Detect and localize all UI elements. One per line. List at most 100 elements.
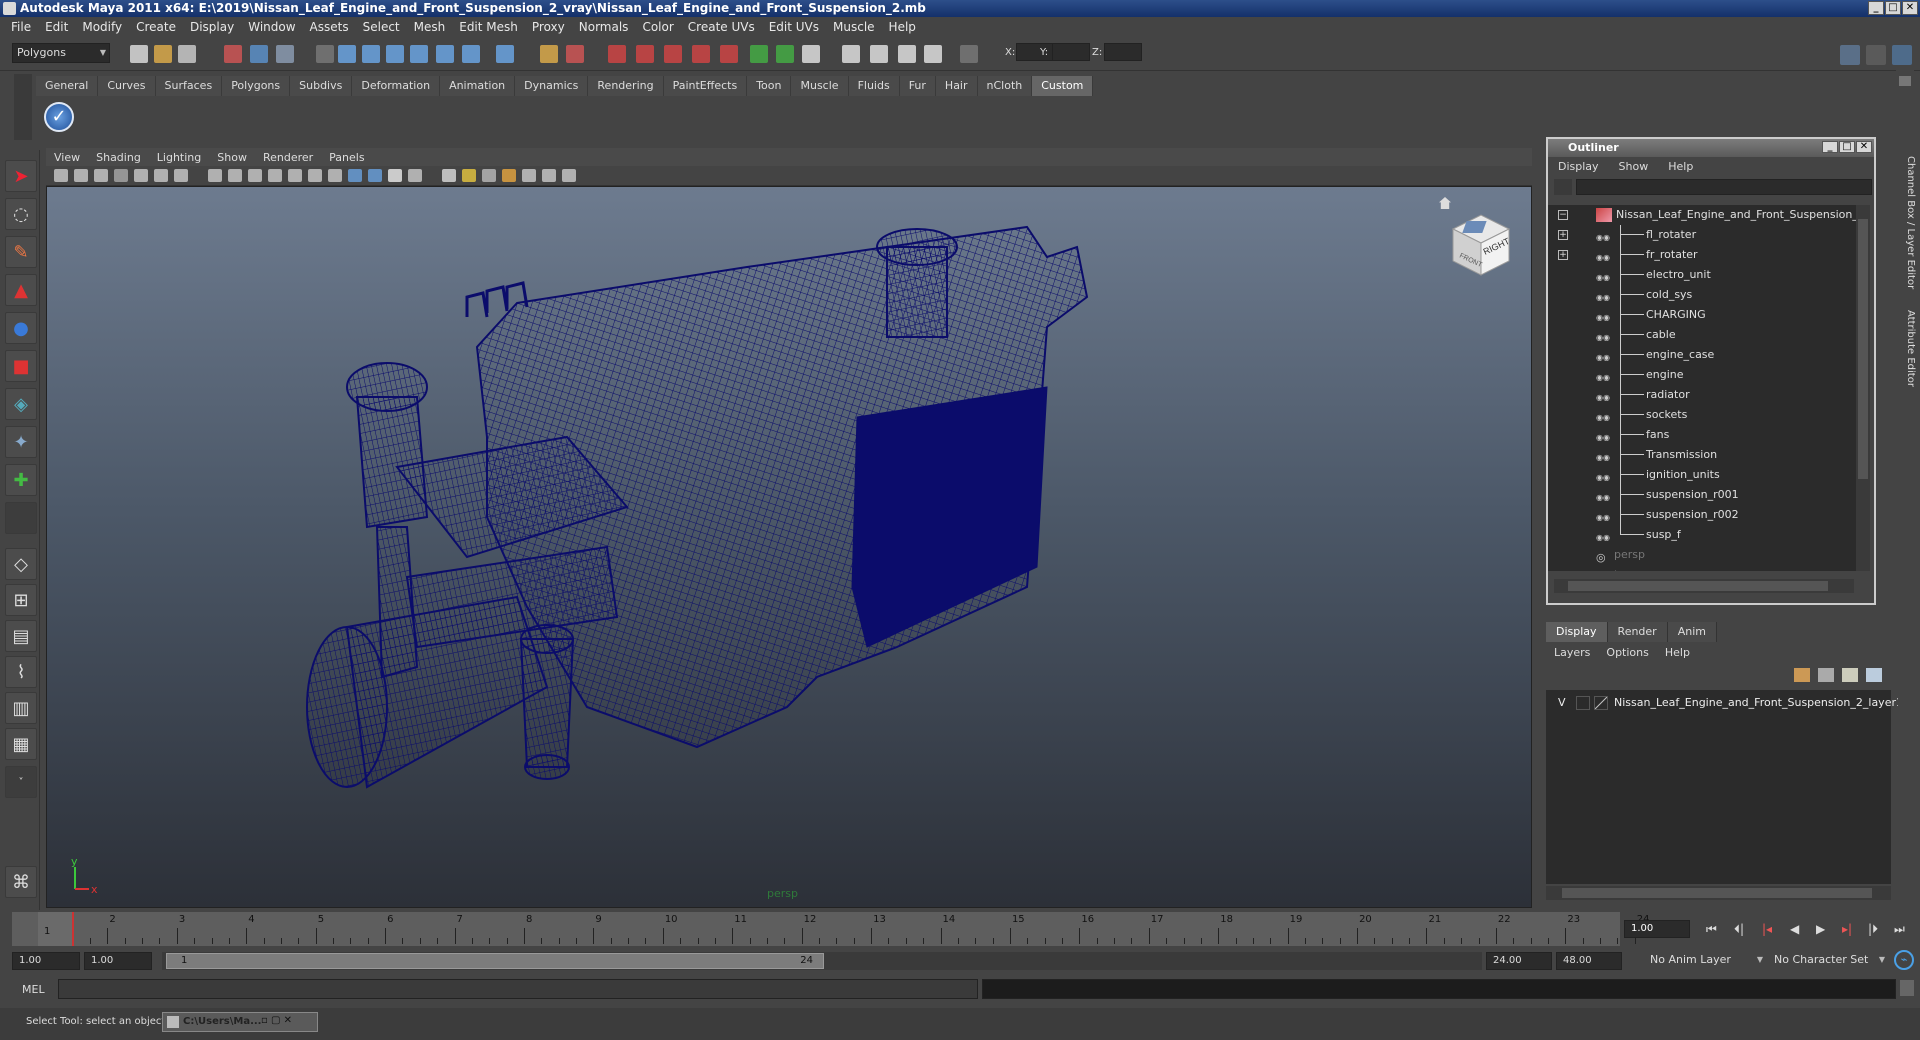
shelf-tab-muscle[interactable]: Muscle [791, 76, 849, 96]
cmd-language-label[interactable]: MEL [22, 983, 45, 996]
snap-to-view-plane-icon[interactable] [410, 45, 428, 63]
range-slider[interactable]: 1 24 [162, 952, 1482, 970]
hypershade-persp-layout-icon[interactable]: ▥ [5, 692, 37, 724]
layer-color-swatch[interactable] [1594, 696, 1608, 710]
play-forwards-icon[interactable]: ▶ [1816, 922, 1825, 936]
outliner-item[interactable]: ◉◉ fans [1548, 425, 1856, 445]
current-frame-value[interactable]: 1.00 [1624, 920, 1690, 938]
hypershade-icon[interactable] [664, 45, 682, 63]
shelf-tab-fluids[interactable]: Fluids [848, 76, 900, 96]
new-scene-icon[interactable] [130, 45, 148, 63]
script-editor-icon[interactable] [1900, 980, 1914, 996]
layer-menu-help[interactable]: Help [1657, 644, 1698, 662]
shadows-icon[interactable] [442, 169, 456, 182]
layer-tab-render[interactable]: Render [1607, 622, 1668, 642]
quick-layout-icon[interactable]: ⌘ [5, 866, 37, 898]
outliner-camera-item[interactable]: ◎top [1548, 565, 1856, 571]
layer-row[interactable]: V Nissan_Leaf_Engine_and_Front_Suspensio… [1550, 694, 1903, 712]
selection-mask-icon[interactable] [316, 45, 334, 63]
outliner-item[interactable]: + ◉◉ fl_rotater [1548, 225, 1856, 245]
maya-app-icon[interactable] [3, 2, 16, 15]
outliner-minimize-button[interactable]: _ [1822, 141, 1838, 153]
hud-icon[interactable] [562, 169, 576, 182]
shelf-tab-custom[interactable]: Custom [1032, 76, 1094, 96]
mode-dropdown[interactable]: Polygons [12, 43, 110, 63]
auto-key-icon[interactable]: ⌁ [1894, 950, 1914, 970]
step-forward-frame-icon[interactable]: |⏵ [1868, 922, 1878, 937]
select-tool-icon[interactable]: ➤ [5, 160, 37, 192]
start-time-field[interactable]: 1.00 [12, 952, 80, 970]
isolate-select-icon[interactable] [502, 169, 516, 182]
shelf-tab-rendering[interactable]: Rendering [588, 76, 664, 96]
shelf-menu-handle[interactable] [14, 74, 32, 140]
persp-graph-outliner-layout-icon[interactable]: ▦ [5, 728, 37, 760]
light-icon[interactable] [924, 45, 942, 63]
outliner-item-root[interactable]: − Nissan_Leaf_Engine_and_Front_Suspension… [1548, 205, 1856, 225]
camera-icon[interactable] [842, 45, 860, 63]
select-by-component-icon[interactable] [276, 45, 294, 63]
xray-icon[interactable] [482, 169, 496, 182]
vray-icon[interactable] [898, 45, 916, 63]
go-to-end-icon[interactable]: ⏭ [1894, 922, 1905, 937]
show-hide-icon[interactable] [750, 45, 768, 63]
gate-mask-icon[interactable] [248, 169, 262, 182]
ambient-occlusion-icon[interactable] [462, 169, 476, 182]
four-view-layout-icon[interactable]: ⊞ [5, 584, 37, 616]
outliner-horizontal-scrollbar[interactable] [1554, 579, 1854, 593]
new-layer-selected-icon[interactable] [1794, 668, 1810, 682]
outliner-close-button[interactable]: ✕ [1856, 141, 1872, 153]
shelf-tab-hair[interactable]: Hair [935, 76, 978, 96]
shade-all-icon[interactable] [368, 169, 382, 182]
menu-edit-mesh[interactable]: Edit Mesh [452, 20, 525, 34]
layout-more-icon[interactable]: ˅ [5, 766, 37, 798]
z-field[interactable] [1104, 43, 1142, 61]
playback-end-field[interactable]: 24.00 [1486, 952, 1552, 970]
outliner-filter-icon[interactable] [1554, 179, 1572, 195]
layer-menu-options[interactable]: Options [1598, 644, 1656, 662]
layer-menu-layers[interactable]: Layers [1546, 644, 1598, 662]
playback-start-field[interactable]: 1.00 [84, 952, 152, 970]
outliner-item[interactable]: ◉◉ radiator [1548, 385, 1856, 405]
outliner-menu-display[interactable]: Display [1548, 160, 1609, 173]
render-frame-icon[interactable] [566, 45, 584, 63]
y-field[interactable] [1052, 43, 1090, 61]
shelf-tab-fur[interactable]: Fur [899, 76, 936, 96]
step-back-key-icon[interactable]: |◂ [1762, 922, 1772, 936]
render-settings-icon[interactable] [636, 45, 654, 63]
outliner-menu-show[interactable]: Show [1609, 160, 1659, 173]
xray-joints-icon[interactable] [522, 169, 536, 182]
lock-icon[interactable] [540, 45, 558, 63]
shelf-tab-surfaces[interactable]: Surfaces [155, 76, 223, 96]
universal-manipulator-icon[interactable]: ◈ [5, 388, 37, 420]
time-slider[interactable]: 1234567891011121314151617181920212223241 [12, 912, 1649, 946]
smooth-shade-icon[interactable] [348, 169, 362, 182]
outliner-item[interactable]: ◉◉ CHARGING [1548, 305, 1856, 325]
current-time-marker[interactable]: 1 [38, 912, 74, 946]
outliner-item[interactable]: + ◉◉ fr_rotater [1548, 245, 1856, 265]
image-plane-icon[interactable] [870, 45, 888, 63]
make-live-icon[interactable] [436, 45, 454, 63]
single-perspective-layout-icon[interactable]: ◇ [5, 548, 37, 580]
show-manipulator-icon[interactable]: ✚ [5, 464, 37, 496]
persp-outliner-layout-icon[interactable]: ▤ [5, 620, 37, 652]
xray-active-icon[interactable] [542, 169, 556, 182]
shelf-tab-curves[interactable]: Curves [98, 76, 156, 96]
outliner-maximize-button[interactable]: □ [1839, 141, 1855, 153]
menu-assets[interactable]: Assets [303, 20, 356, 34]
viewport-menu-lighting[interactable]: Lighting [149, 151, 209, 164]
outliner-item[interactable]: ◉◉ cold_sys [1548, 285, 1856, 305]
attribute-editor-tab[interactable]: Attribute Editor [1900, 310, 1916, 420]
character-set-dropdown[interactable]: No Character Set [1770, 951, 1888, 971]
shelf-tab-general[interactable]: General [36, 76, 99, 96]
outliner-filter-field[interactable] [1576, 179, 1872, 195]
outliner-item[interactable]: ◉◉ engine [1548, 365, 1856, 385]
render-view-icon[interactable] [692, 45, 710, 63]
tool-settings-toggle-icon[interactable] [1866, 45, 1886, 65]
play-backwards-icon[interactable]: ◀ [1790, 922, 1799, 936]
textured-icon[interactable] [388, 169, 402, 182]
help-query-icon[interactable] [496, 45, 514, 63]
open-scene-icon[interactable] [154, 45, 172, 63]
snap-to-grid-icon[interactable] [338, 45, 356, 63]
input-mode-icon[interactable] [960, 45, 978, 63]
outliner-item[interactable]: ◉◉ cable [1548, 325, 1856, 345]
